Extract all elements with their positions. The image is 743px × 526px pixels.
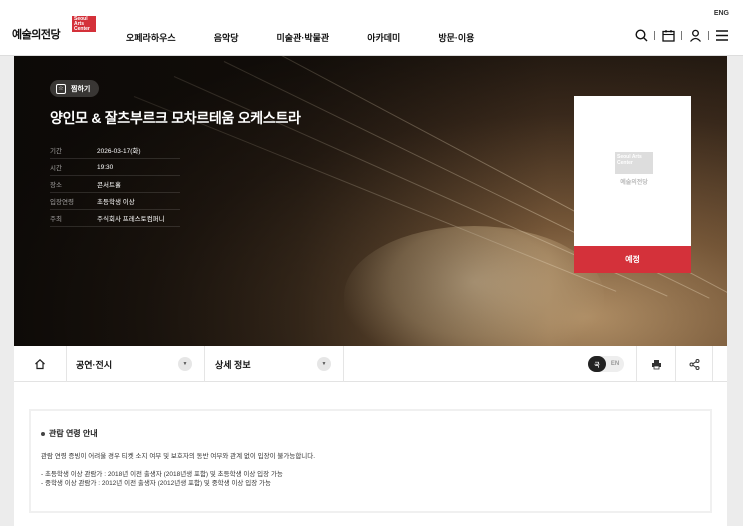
chevron-down-icon[interactable]: ▼ <box>317 357 331 371</box>
poster-logo-mark: Seoul Arts Center <box>615 152 653 174</box>
user-icon[interactable] <box>688 28 702 42</box>
divider <box>654 30 655 40</box>
info-label: 입장연령 <box>50 199 74 206</box>
age-notice-box: 관람 연령 안내 관람 연령 증빙이 어려울 경우 티켓 소지 여부 및 보호자… <box>29 409 712 513</box>
info-row-age: 입장연령 초등학생 이상 <box>50 193 180 210</box>
calendar-icon[interactable] <box>661 28 675 42</box>
info-value: 2026-03-17(화) <box>97 148 141 155</box>
share-icon[interactable] <box>687 357 701 371</box>
nav-item-opera-house[interactable]: 오페라하우스 <box>126 31 176 44</box>
language-toggle[interactable]: 국 EN <box>588 356 624 372</box>
chevron-down-icon[interactable]: ▼ <box>178 357 192 371</box>
notice-text: 관람 연령 증빙이 어려울 경우 티켓 소지 여부 및 보호자의 동반 여부와 … <box>41 453 316 460</box>
info-row-venue: 장소 콘서트홀 <box>50 176 180 193</box>
divider <box>681 30 682 40</box>
nav-item-academy[interactable]: 아카데미 <box>367 31 400 44</box>
hero-banner: ☆ 찜하기 양인모 & 잘츠부르크 모차르테움 오케스트라 기간 2026-03… <box>14 56 727 346</box>
print-icon[interactable] <box>649 357 663 371</box>
breadcrumb-category[interactable]: 공연·전시 <box>76 358 112 371</box>
site-logo[interactable]: 예술의전당 Seoul Arts Center <box>12 16 96 42</box>
logo-mark: Seoul Arts Center <box>72 16 96 32</box>
divider <box>712 346 713 382</box>
divider <box>636 346 637 382</box>
divider <box>708 30 709 40</box>
info-value: 콘서트홀 <box>97 182 121 189</box>
search-icon[interactable] <box>634 28 648 42</box>
main-nav: 오페라하우스 음악당 미술관·박물관 아카데미 방문·이용 <box>126 31 512 44</box>
info-label: 시간 <box>50 165 62 172</box>
header-tools <box>634 28 729 42</box>
logo-text: 예술의전당 <box>12 29 61 41</box>
info-value: 초등학생 이상 <box>97 199 135 206</box>
poster-logo-text: 예술의전당 <box>620 180 648 186</box>
notice-title: 관람 연령 안내 <box>41 428 700 439</box>
info-row-host: 주최 주식회사 프레스토컴퍼니 <box>50 210 180 227</box>
info-label: 주최 <box>50 216 62 223</box>
notice-text: - 초등학생 이상 관람가 : 2018년 이전 출생자 (2018년생 포함)… <box>41 471 283 478</box>
reserve-button[interactable]: 예정 <box>574 246 691 273</box>
wishlist-label: 찜하기 <box>71 85 91 93</box>
home-icon[interactable] <box>34 357 48 371</box>
performance-title: 양인모 & 잘츠부르크 모차르테움 오케스트라 <box>50 110 301 126</box>
lang-en[interactable]: EN <box>606 361 624 367</box>
divider <box>66 346 67 382</box>
star-icon: ☆ <box>56 83 66 94</box>
info-value: 19:30 <box>97 163 114 171</box>
bullet-icon <box>41 431 45 436</box>
breadcrumb-detail[interactable]: 상세 정보 <box>215 358 251 371</box>
divider <box>675 346 676 382</box>
nav-item-museum[interactable]: 미술관·박물관 <box>277 31 330 44</box>
nav-item-visit[interactable]: 방문·이용 <box>438 31 474 44</box>
lang-ko[interactable]: 국 <box>588 356 606 372</box>
notice-title-text: 관람 연령 안내 <box>49 429 98 438</box>
info-label: 장소 <box>50 182 62 189</box>
divider <box>343 346 344 382</box>
detail-content: 관람 연령 안내 관람 연령 증빙이 어려울 경우 티켓 소지 여부 및 보호자… <box>14 382 727 526</box>
divider <box>204 346 205 382</box>
nav-item-music-hall[interactable]: 음악당 <box>214 31 239 44</box>
performance-info: 기간 2026-03-17(화) 시간 19:30 장소 콘서트홀 입장연령 초… <box>50 142 180 227</box>
info-value: 주식회사 프레스토컴퍼니 <box>97 216 165 223</box>
info-row-period: 기간 2026-03-17(화) <box>50 142 180 159</box>
notice-text: - 중학생 이상 관람가 : 2012년 이전 출생자 (2012년생 포함) … <box>41 480 271 487</box>
wishlist-button[interactable]: ☆ 찜하기 <box>50 80 100 97</box>
site-header: ENG 예술의전당 Seoul Arts Center 오페라하우스 음악당 미… <box>0 0 743 56</box>
info-row-time: 시간 19:30 <box>50 159 180 176</box>
breadcrumb: 공연·전시 ▼ 상세 정보 ▼ 국 EN <box>14 346 727 382</box>
poster-logo: Seoul Arts Center 예술의전당 <box>614 152 654 186</box>
language-switch[interactable]: ENG <box>714 10 729 17</box>
info-label: 기간 <box>50 148 62 155</box>
menu-icon[interactable] <box>715 28 729 42</box>
